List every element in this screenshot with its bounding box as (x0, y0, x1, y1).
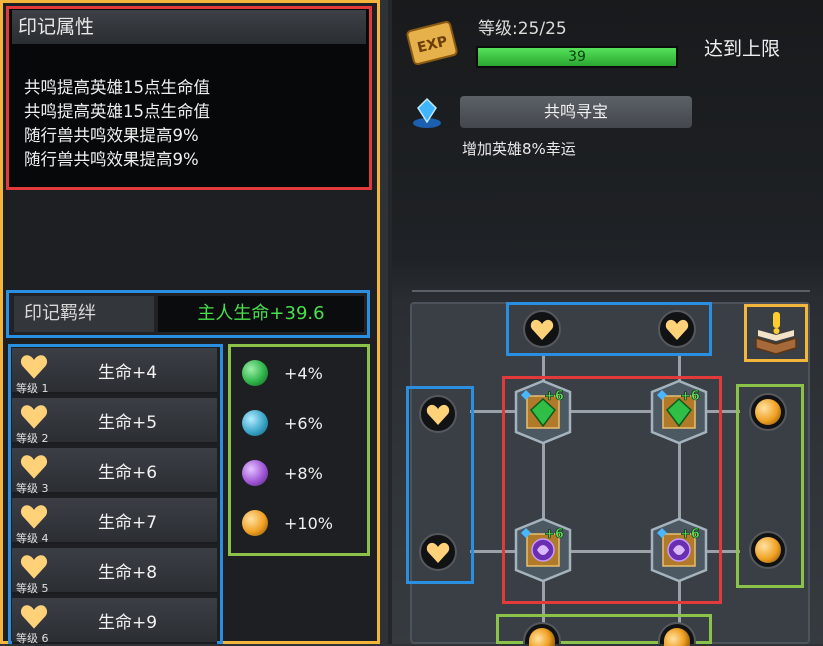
heart-slot[interactable] (523, 310, 561, 348)
level-effect: 生命+7 (98, 513, 158, 533)
purple-orb-icon (242, 460, 268, 486)
orange-orb-icon (529, 628, 555, 646)
exp-badge-icon: EXP (406, 21, 458, 65)
node-badge: +6 (544, 389, 564, 404)
orange-orb-icon (664, 628, 690, 646)
green-orb-icon (242, 360, 268, 386)
mark-node[interactable]: +6 (512, 518, 574, 582)
max-level-text: 达到上限 (704, 38, 781, 60)
bond-level-row[interactable]: 等级 3 生命+6 (12, 448, 217, 495)
attribute-line: 随行兽共鸣效果提高9% (24, 126, 199, 145)
level-number: 等级 1 (16, 382, 49, 395)
level-number: 等级 2 (16, 432, 49, 445)
heart-icon (530, 319, 554, 340)
resonance-skill-description: 增加英雄8%幸运 (462, 140, 576, 158)
heart-icon (20, 455, 48, 479)
divider (412, 290, 810, 292)
node-badge: +6 (680, 527, 700, 542)
level-effect: 生命+8 (98, 563, 158, 583)
mark-bond-value: 主人生命+39.6 (158, 296, 364, 332)
heart-icon (20, 505, 48, 529)
level-text: 等级:25/25 (478, 19, 567, 39)
level-number: 等级 4 (16, 532, 49, 545)
attribute-line: 共鸣提高英雄15点生命值 (24, 102, 210, 121)
attribute-line: 共鸣提高英雄15点生命值 (24, 78, 210, 97)
heart-icon (665, 319, 689, 340)
heart-icon (426, 542, 450, 563)
mark-bond-label: 印记羁绊 (14, 296, 154, 332)
exp-value: 39 (568, 49, 586, 65)
bond-level-row[interactable]: 等级 4 生命+7 (12, 498, 217, 545)
bond-level-row[interactable]: 等级 6 生命+9 (12, 598, 217, 645)
bond-level-row[interactable]: 等级 5 生命+8 (12, 548, 217, 595)
heart-icon (426, 404, 450, 425)
node-badge: +6 (544, 527, 564, 542)
orb-bonus-label: +8% (284, 464, 323, 483)
level-effect: 生命+9 (98, 613, 158, 633)
blue-orb-icon (242, 410, 268, 436)
orange-orb-icon (755, 537, 781, 563)
orb-bonus-label: +4% (284, 364, 323, 383)
level-effect: 生命+5 (98, 413, 158, 433)
orb-slot[interactable] (749, 531, 787, 569)
level-effect: 生命+6 (98, 463, 158, 483)
heart-slot[interactable] (419, 533, 457, 571)
blue-gem-icon (413, 97, 441, 128)
mark-node[interactable]: +6 (512, 380, 574, 444)
level-number: 等级 3 (16, 482, 49, 495)
mark-node[interactable]: +6 (648, 380, 710, 444)
bond-level-row[interactable]: 等级 1 生命+4 (12, 348, 217, 395)
heart-icon (20, 605, 48, 629)
heart-icon (20, 405, 48, 429)
attribute-line: 随行兽共鸣效果提高9% (24, 150, 199, 169)
node-badge: +6 (680, 389, 700, 404)
orange-orb-icon (242, 510, 268, 536)
orb-bonus-label: +10% (284, 514, 333, 533)
bond-level-row[interactable]: 等级 2 生命+5 (12, 398, 217, 445)
orb-slot[interactable] (749, 393, 787, 431)
book-exclamation-icon[interactable] (752, 308, 800, 356)
level-effect: 生命+4 (98, 363, 158, 383)
orb-bonus-label: +6% (284, 414, 323, 433)
heart-slot[interactable] (658, 310, 696, 348)
heart-icon (20, 555, 48, 579)
heart-slot[interactable] (419, 395, 457, 433)
orange-orb-icon (755, 399, 781, 425)
heart-icon (20, 355, 48, 379)
resonance-skill-button[interactable]: 共鸣寻宝 (460, 96, 692, 128)
mark-node[interactable]: +6 (648, 518, 710, 582)
level-number: 等级 5 (16, 582, 49, 595)
mark-attributes-title: 印记属性 (12, 10, 366, 44)
